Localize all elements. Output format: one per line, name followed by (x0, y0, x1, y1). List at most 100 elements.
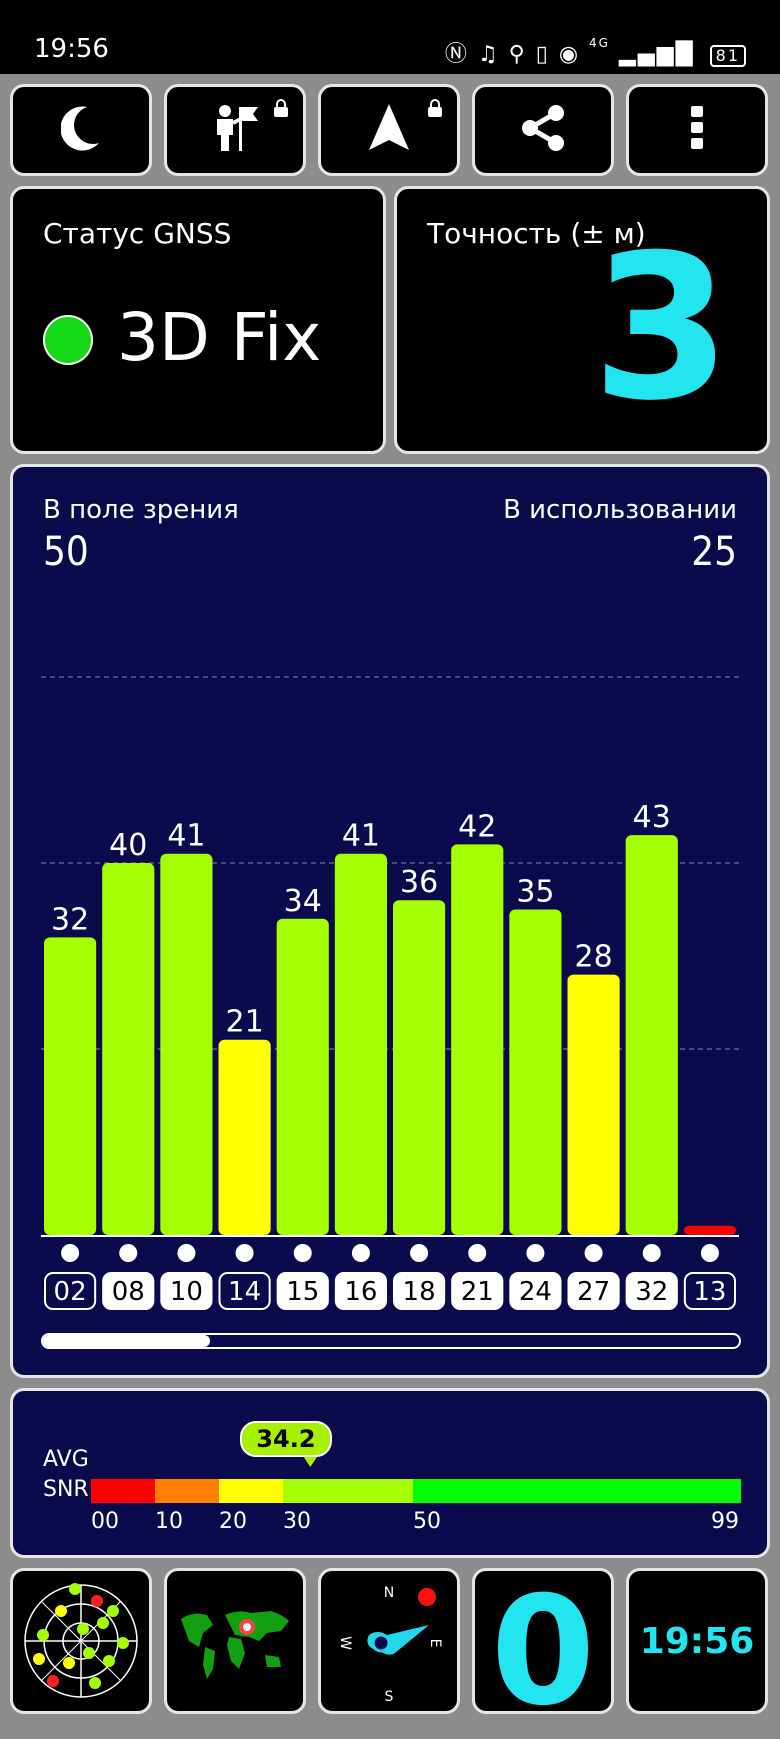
snr-bar-21 (451, 844, 504, 1235)
compass-button[interactable]: N S W E (318, 1568, 460, 1714)
signal-icon: ▂▄▆█ (618, 42, 695, 67)
satellite-dot (235, 1244, 254, 1262)
satellite-dot (119, 1244, 138, 1262)
share-button[interactable] (472, 84, 614, 176)
satellite-dot (61, 1244, 80, 1262)
vibrate-icon: ▯ (535, 42, 550, 67)
snr-value-label: 34 (284, 884, 322, 919)
satellite-dot (584, 1244, 603, 1262)
snr-scale-tick: 50 (413, 1509, 441, 1534)
person-flag-icon (211, 103, 259, 157)
snr-scale-segment (283, 1479, 413, 1503)
svg-text:E: E (427, 1639, 443, 1648)
snr-bar-16 (334, 853, 387, 1235)
navigation-button[interactable] (318, 84, 460, 176)
satellite-signal-panel[interactable]: В поле зрения 50 В использовании 25 32 02… (10, 464, 770, 1378)
status-icons: Ⓝ ♫ ⚲ ▯ ◉ 4G ▂▄▆█ 81 (445, 36, 746, 68)
gnss-indicator-dot (43, 315, 93, 365)
snr-scale-tick: 20 (219, 1509, 247, 1534)
compass-icon: N S W E (337, 1585, 443, 1705)
snr-scale-segment (413, 1479, 741, 1503)
prn-label: 15 (286, 1277, 319, 1307)
counter-value: 0 (490, 1565, 596, 1739)
avg-snr-value: 34.2 (240, 1421, 332, 1457)
snr-bar-chart: 32 02 40 08 41 10 21 14 34 15 41 16 36 18 42 21 35 24 28 27… (41, 676, 739, 1310)
more-vert-icon (690, 106, 704, 154)
more-menu-button[interactable] (626, 84, 768, 176)
prn-label: 10 (170, 1277, 203, 1307)
share-icon (520, 104, 566, 156)
navigation-arrow-icon (369, 104, 409, 156)
prn-label: 18 (403, 1277, 436, 1307)
satellite-dot (410, 1244, 429, 1262)
prn-label: 21 (461, 1277, 494, 1307)
satellite-dot (177, 1244, 196, 1262)
snr-value-label: 21 (225, 1005, 263, 1040)
snr-bar-24 (509, 909, 562, 1235)
prn-label: 13 (693, 1277, 726, 1307)
svg-text:S: S (385, 1689, 394, 1705)
satellite-dot (293, 1244, 312, 1262)
satellite-scrollbar[interactable] (41, 1333, 741, 1349)
snr-bar-18 (393, 900, 446, 1235)
satellite-dot (468, 1244, 487, 1262)
snr-value-label: 40 (109, 828, 147, 863)
svg-text:N: N (384, 1585, 394, 1601)
snr-bar-27 (567, 974, 620, 1235)
lock-icon (427, 99, 443, 121)
snr-bar-14 (218, 1039, 271, 1235)
snr-bar-15 (276, 918, 329, 1235)
snr-bar-10 (160, 853, 213, 1235)
location-icon: ⚲ (508, 42, 527, 67)
headphones-icon: ♫ (477, 42, 500, 67)
battery-icon: 81 (709, 45, 746, 67)
svg-text:W: W (337, 1636, 353, 1650)
snr-scale-segment (219, 1479, 283, 1503)
snr-bar-02 (44, 937, 97, 1235)
satellite-dot (700, 1244, 719, 1262)
prn-label: 08 (112, 1277, 145, 1307)
snr-value-label: 41 (167, 819, 205, 854)
lock-icon (273, 99, 289, 121)
map-view-button[interactable] (164, 1568, 306, 1714)
gnss-status-value: 3D Fix (117, 299, 322, 376)
pro-mode-button[interactable] (164, 84, 306, 176)
prn-label: 14 (228, 1277, 261, 1307)
snr-bar-08 (102, 863, 155, 1235)
snr-value-label: 41 (342, 819, 380, 854)
snr-scale-tick: 30 (283, 1509, 311, 1534)
world-map-icon (181, 1611, 289, 1679)
avg-snr-card[interactable]: AVG SNR 00 10 20 30 50 99 34.2 (10, 1388, 770, 1558)
gnss-status-card[interactable]: Статус GNSS 3D Fix (10, 186, 386, 454)
gnss-status-label: Статус GNSS (43, 217, 232, 250)
snr-bar-13 (683, 1225, 736, 1235)
snr-scale-segment (91, 1479, 155, 1503)
snr-color-scale (91, 1455, 741, 1503)
prn-label: 24 (519, 1277, 552, 1307)
snr-value-label: 32 (51, 902, 89, 937)
status-bar: 19:56 Ⓝ ♫ ⚲ ▯ ◉ 4G ▂▄▆█ 81 (0, 0, 780, 74)
snr-bar-32 (625, 835, 678, 1235)
accuracy-value: 3 (591, 212, 731, 445)
clock-tile[interactable]: 19:56 (626, 1568, 768, 1714)
snr-value-label: 35 (516, 875, 554, 910)
night-mode-button[interactable] (10, 84, 152, 176)
scrollbar-thumb[interactable] (43, 1335, 211, 1347)
satellite-dot (642, 1244, 661, 1262)
snr-scale-tick: 99 (711, 1509, 739, 1534)
snr-value-label: 36 (400, 865, 438, 900)
snr-scale-tick: 10 (155, 1509, 183, 1534)
moon-icon (60, 105, 101, 155)
satellite-dot (351, 1244, 370, 1262)
sky-plot-icon (24, 1583, 138, 1698)
counter-tile[interactable]: 0 (472, 1565, 614, 1739)
accuracy-card[interactable]: Точность (± м) 3 (394, 186, 770, 454)
snr-scale-segment (155, 1479, 219, 1503)
nfc-icon: Ⓝ (444, 42, 469, 67)
snr-value-label: 42 (458, 809, 496, 844)
sky-view-button[interactable] (10, 1568, 152, 1714)
prn-label: 02 (54, 1277, 87, 1307)
satellite-dot (526, 1244, 545, 1262)
snr-value-label: 43 (633, 800, 671, 835)
prn-label: 27 (577, 1277, 610, 1307)
